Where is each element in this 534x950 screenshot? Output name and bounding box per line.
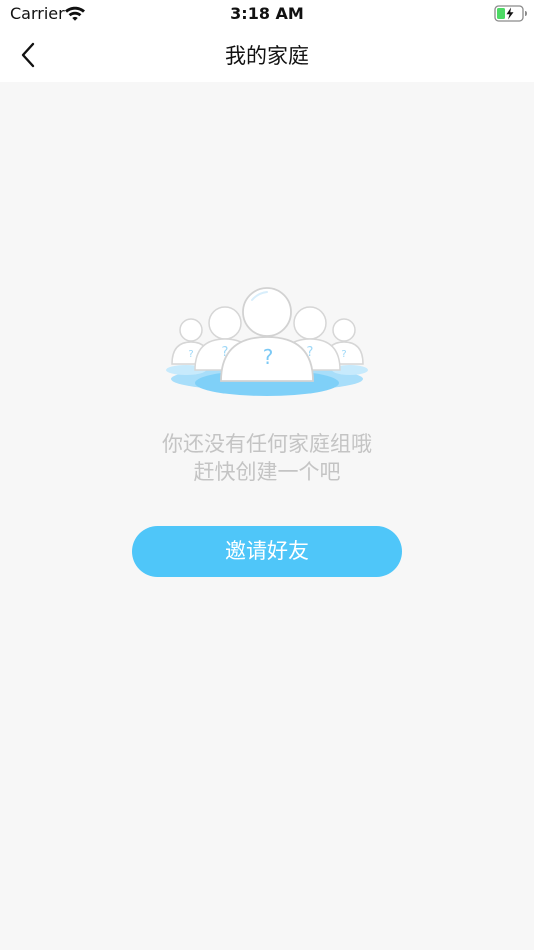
svg-text:?: ?: [263, 345, 274, 369]
battery-charging-icon: [494, 5, 527, 22]
empty-state-message: 你还没有任何家庭组哦 赶快创建一个吧: [0, 430, 534, 486]
family-members-question-icon: ? ? ? ? ?: [166, 287, 368, 396]
page-title: 我的家庭: [225, 44, 309, 68]
invite-friends-button[interactable]: 邀请好友: [132, 526, 402, 577]
empty-state-line-1: 你还没有任何家庭组哦: [162, 432, 372, 456]
svg-text:?: ?: [341, 349, 346, 360]
empty-state-line-2: 赶快创建一个吧: [193, 460, 341, 484]
nav-bar: 我的家庭: [0, 28, 534, 82]
status-bar: Carrier 3:18 AM: [0, 0, 534, 28]
screen: Carrier 3:18 AM 我的家庭 ? ? ? ? ? 你还没有任何家庭组…: [0, 0, 534, 950]
svg-text:?: ?: [188, 349, 193, 360]
status-time: 3:18 AM: [230, 4, 304, 23]
